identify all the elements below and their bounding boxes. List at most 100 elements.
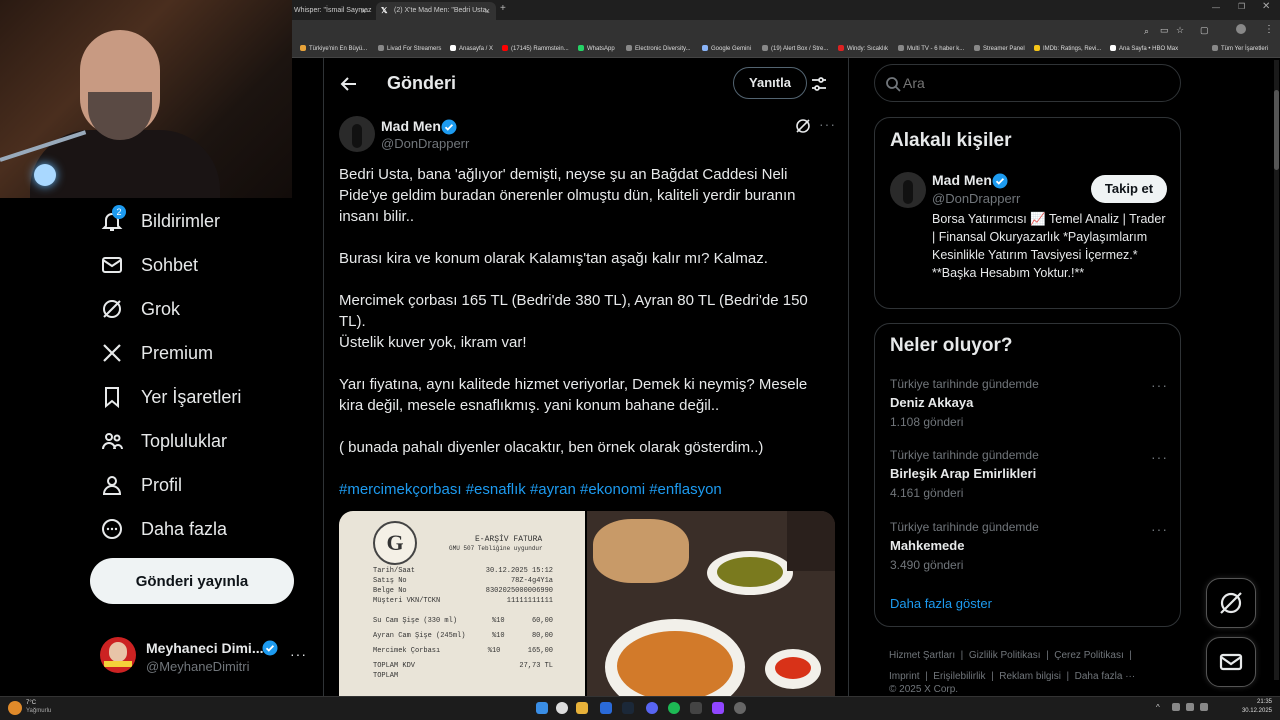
nav-item-premium[interactable]: Premium — [100, 338, 213, 368]
clock-date[interactable]: 30.12.2025 — [1236, 708, 1272, 714]
search-icon[interactable]: ⌕ — [1144, 26, 1149, 37]
grok-floating-button[interactable] — [1206, 578, 1256, 628]
nav-item-communities[interactable]: Topluluklar — [100, 426, 227, 456]
filter-icon[interactable] — [810, 75, 828, 93]
footer-link[interactable]: Imprint — [889, 671, 920, 682]
footer-link[interactable]: Erişilebilirlik — [933, 671, 985, 682]
bookmark-item[interactable]: Anasayfa / X — [450, 45, 493, 52]
twitch-icon[interactable] — [712, 702, 724, 714]
new-tab-button[interactable]: + — [500, 3, 506, 14]
hashtag-link[interactable]: #mercimekçorbası — [339, 481, 462, 498]
browser-tab-active[interactable]: 𝕏 (2) X'te Mad Men: "Bedri Usta, × — [376, 2, 496, 20]
extensions-icon[interactable]: ▢ — [1200, 25, 1209, 36]
bookmark-item[interactable]: Multi TV - 6 haber k... — [898, 45, 964, 52]
bookmark-item[interactable]: Streamer Panel — [974, 45, 1025, 52]
discord-icon[interactable] — [646, 702, 658, 714]
windows-start-icon[interactable] — [536, 702, 548, 714]
weather-icon[interactable] — [8, 701, 22, 715]
cast-icon[interactable]: ▭ — [1160, 25, 1169, 36]
hashtag-link[interactable]: #ayran — [530, 481, 576, 498]
battery-icon[interactable] — [1200, 703, 1208, 711]
footer-link[interactable]: Daha fazla ··· — [1075, 671, 1136, 682]
footer-link[interactable]: Gizlilik Politikası — [969, 650, 1041, 661]
hashtag-link[interactable]: #ekonomi — [580, 481, 645, 498]
bookmark-item[interactable]: Türkiye'nin En Büyü... — [300, 45, 367, 52]
nav-item-profile[interactable]: Profil — [100, 470, 182, 500]
trend-more-icon[interactable]: ··· — [1151, 449, 1168, 465]
minimize-icon[interactable]: — — [1212, 3, 1220, 12]
back-arrow-icon[interactable] — [339, 74, 359, 94]
network-icon[interactable] — [1172, 703, 1180, 711]
close-window-icon[interactable]: ✕ — [1262, 1, 1270, 12]
clock-time[interactable]: 21:35 — [1242, 699, 1272, 705]
footer-link[interactable]: Reklam bilgisi — [999, 671, 1061, 682]
scrollbar-thumb[interactable] — [1274, 90, 1279, 170]
account-menu-icon[interactable]: ··· — [290, 646, 307, 662]
bookmark-item[interactable]: Google Gemini — [702, 45, 751, 52]
browser-tab[interactable]: Whisper: "İsmail Saymaz × — [292, 2, 372, 20]
menu-icon[interactable]: ⋮ — [1264, 24, 1274, 35]
nav-item-grok[interactable]: Grok — [100, 294, 180, 324]
star-icon[interactable]: ☆ — [1176, 25, 1184, 36]
follow-button[interactable]: Takip et — [1091, 175, 1167, 203]
nav-item-bookmarks[interactable]: Yer İşaretleri — [100, 382, 241, 412]
nav-label: Yer İşaretleri — [141, 386, 242, 407]
nav-item-more[interactable]: Daha fazla — [100, 514, 227, 544]
address-bar[interactable]: ⌕ ▭ ☆ ▢ ⋮ — [292, 20, 1280, 42]
trend-item[interactable]: Türkiye tarihinde gündemde Mahkemede 3.4… — [890, 520, 1170, 572]
profile-avatar[interactable] — [1236, 24, 1246, 34]
post-more-icon[interactable]: ··· — [819, 116, 836, 132]
show-more-link[interactable]: Daha fazla göster — [890, 596, 992, 611]
messages-floating-button[interactable] — [1206, 637, 1256, 687]
volume-icon[interactable] — [1186, 703, 1194, 711]
trend-item[interactable]: Türkiye tarihinde gündemde Birleşik Arap… — [890, 448, 1170, 500]
trend-more-icon[interactable]: ··· — [1151, 521, 1168, 537]
bookmark-item[interactable]: IMDb: Ratings, Revi... — [1034, 45, 1101, 52]
obs-icon[interactable] — [734, 702, 746, 714]
bookmark-item[interactable]: Electronic Diversity... — [626, 45, 691, 52]
steam-icon[interactable] — [622, 702, 634, 714]
reply-button[interactable]: Yanıtla — [733, 67, 807, 99]
close-tab-icon[interactable]: × — [485, 2, 490, 20]
trend-item[interactable]: Türkiye tarihinde gündemde Deniz Akkaya … — [890, 377, 1170, 429]
chrome-icon[interactable] — [556, 702, 568, 714]
account-avatar[interactable] — [100, 637, 136, 673]
maximize-icon[interactable]: ❐ — [1238, 2, 1245, 11]
author-avatar[interactable] — [339, 116, 375, 152]
tab-title: (2) X'te Mad Men: "Bedri Usta, — [394, 7, 489, 14]
grok-icon[interactable] — [795, 118, 811, 134]
hashtag-link[interactable]: #esnaflık — [466, 481, 526, 498]
author-name[interactable]: Mad Men — [381, 118, 441, 134]
close-tab-icon[interactable]: × — [361, 2, 366, 20]
bookmark-item[interactable]: Tüm Yer İşaretleri — [1212, 45, 1268, 52]
bookmark-item[interactable]: WhatsApp — [578, 45, 615, 52]
related-name[interactable]: Mad Men — [932, 172, 992, 188]
file-explorer-icon[interactable] — [576, 702, 588, 714]
tray-chevron-icon[interactable]: ^ — [1156, 703, 1160, 712]
nav-item-messages[interactable]: Sohbet — [100, 250, 198, 280]
trend-more-icon[interactable]: ··· — [1151, 377, 1168, 393]
bookmark-item[interactable]: Livad For Streamers — [378, 45, 441, 52]
spotify-icon[interactable] — [668, 702, 680, 714]
person-icon — [102, 476, 122, 495]
trend-count: 1.108 gönderi — [890, 415, 964, 429]
footer-link[interactable]: Hizmet Şartları — [889, 650, 955, 661]
search-bar[interactable] — [874, 64, 1181, 102]
hashtag-link[interactable]: #enflasyon — [649, 481, 722, 498]
photos-icon[interactable] — [600, 702, 612, 714]
footer-link[interactable]: Çerez Politikası — [1054, 650, 1123, 661]
bookmark-item[interactable]: Ana Sayfa • HBO Max — [1110, 45, 1178, 52]
scrollbar-track[interactable] — [1274, 60, 1279, 680]
search-input[interactable] — [903, 73, 1163, 93]
related-avatar[interactable] — [890, 172, 926, 208]
food-image[interactable] — [587, 511, 835, 696]
bookmark-label: Türkiye'nin En Büyü... — [309, 46, 368, 52]
post-button[interactable]: Gönderi yayınla — [90, 558, 294, 604]
post-media[interactable]: G E-ARŞİV FATURA GMU 507 Tebliğine uygun… — [339, 511, 835, 696]
bookmark-item[interactable]: (17145) Rammstein... — [502, 45, 569, 52]
bookmark-item[interactable]: Windy: Sıcaklık — [838, 45, 888, 52]
receipt-image[interactable]: G E-ARŞİV FATURA GMU 507 Tebliğine uygun… — [339, 511, 585, 696]
epic-games-icon[interactable] — [690, 702, 702, 714]
bookmark-item[interactable]: (19) Alert Box / Stre... — [762, 45, 828, 52]
receipt-item-vat: %10 — [491, 617, 505, 625]
